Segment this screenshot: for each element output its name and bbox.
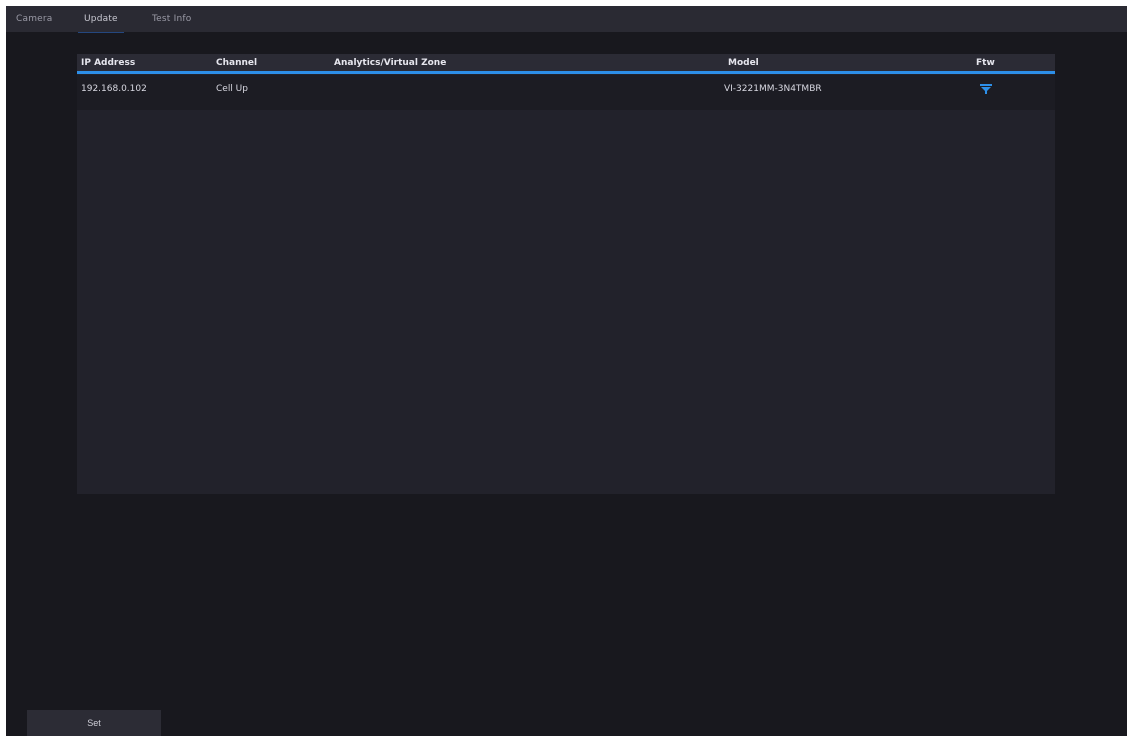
column-header-model[interactable]: Model	[728, 58, 759, 68]
tab-bar: Camera Update Test Info	[6, 6, 1127, 33]
column-header-channel[interactable]: Channel	[216, 58, 257, 68]
cell-channel: Cell Up	[216, 84, 248, 94]
tab-update[interactable]: Update	[78, 14, 124, 33]
column-header-analytics[interactable]: Analytics/Virtual Zone	[334, 58, 446, 68]
set-button[interactable]: Set	[27, 710, 161, 736]
tab-camera[interactable]: Camera	[16, 14, 53, 28]
filter-icon[interactable]	[980, 84, 992, 94]
column-header-action[interactable]: Ftw	[976, 58, 995, 68]
table-row[interactable]: 192.168.0.102 Cell Up VI-3221MM-3N4TMBR	[77, 75, 1055, 110]
app-window: Camera Update Test Info IP Address Chann…	[6, 6, 1127, 736]
table-header: IP Address Channel Analytics/Virtual Zon…	[77, 54, 1055, 74]
device-table: IP Address Channel Analytics/Virtual Zon…	[77, 54, 1055, 494]
tab-test-info[interactable]: Test Info	[152, 14, 191, 28]
cell-ip-address: 192.168.0.102	[81, 84, 147, 94]
cell-model: VI-3221MM-3N4TMBR	[724, 84, 822, 94]
column-header-ip-address[interactable]: IP Address	[81, 58, 135, 68]
